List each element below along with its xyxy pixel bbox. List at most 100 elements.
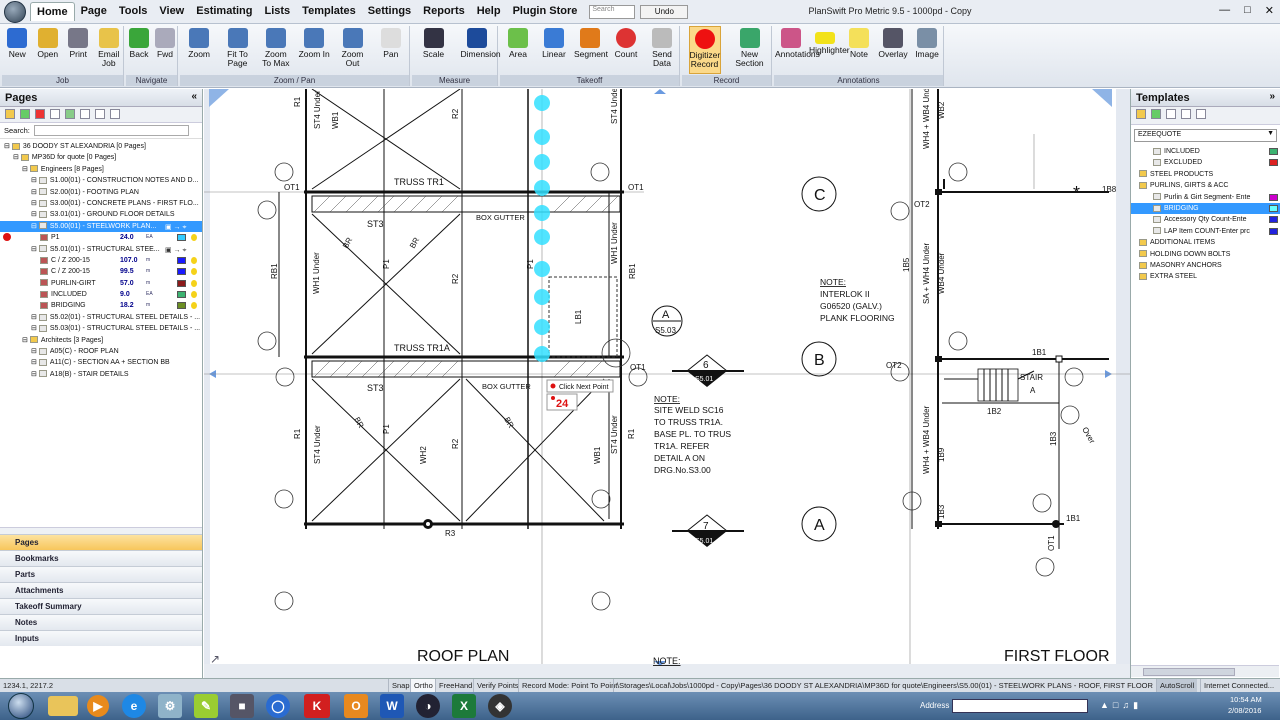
explorer-icon[interactable] <box>48 696 78 716</box>
app-menu-button[interactable] <box>4 0 26 23</box>
template-item[interactable]: EXCLUDED <box>1131 157 1280 168</box>
menu-tab-help[interactable]: Help <box>471 2 507 21</box>
minimize-icon[interactable]: — <box>1219 4 1230 17</box>
expand-toggle-icon[interactable]: ⊟ <box>31 246 39 253</box>
tree-item[interactable]: ⊟ Engineers [8 Pages] <box>0 164 202 175</box>
media-player-icon[interactable]: ▶ <box>87 695 109 717</box>
tree-item[interactable]: ⊟ A05(C) - ROOF PLAN <box>0 346 202 357</box>
menu-tab-reports[interactable]: Reports <box>417 2 471 21</box>
zoom-in-button[interactable]: Zoom In <box>298 26 330 59</box>
expand-toggle-icon[interactable]: ⊟ <box>31 189 39 196</box>
expand-toggle-icon[interactable]: ⊟ <box>31 314 39 321</box>
close-icon[interactable]: ✕ <box>1265 4 1274 17</box>
fit-to-page-button[interactable]: Fit To Page <box>222 26 254 68</box>
zoom-button[interactable]: Zoom <box>183 26 215 59</box>
maximize-icon[interactable]: □ <box>1244 4 1251 17</box>
tree-item[interactable]: ⊟ 36 DOODY ST ALEXANDRIA [0 Pages] <box>0 141 202 152</box>
tree-item[interactable]: ⊟ S3.00(01) - CONCRETE PLANS - FIRST FLO… <box>0 198 202 209</box>
tree-item[interactable]: ⊟ A11(C) - SECTION AA + SECTION BB <box>0 357 202 368</box>
tree-item[interactable]: ⊟ S3.01(01) - GROUND FLOOR DETAILS <box>0 209 202 220</box>
template-item[interactable]: INCLUDED <box>1131 146 1280 157</box>
folder-icon[interactable] <box>1136 109 1146 119</box>
expand-toggle-icon[interactable]: ⊟ <box>31 325 39 332</box>
expand-toggle-icon[interactable]: ⊟ <box>31 177 39 184</box>
visibility-bulb-icon[interactable] <box>191 291 197 299</box>
pencil-icon[interactable]: ✎ <box>194 694 218 718</box>
panel-tab-attachments[interactable]: Attachments <box>0 582 202 598</box>
snap-toggle[interactable]: Snap <box>388 679 413 693</box>
tree-item[interactable]: ⊟ MP36D for quote [0 Pages] <box>0 152 202 163</box>
expand-toggle-icon[interactable]: ⊟ <box>13 154 21 161</box>
image-button[interactable]: Image <box>911 26 943 59</box>
takeoff-item[interactable]: C / Z 200-15 99.5 m <box>0 266 202 277</box>
panel-tab-notes[interactable]: Notes <box>0 614 202 630</box>
color-swatch[interactable] <box>177 302 186 310</box>
count-button[interactable]: Count <box>610 26 642 59</box>
panel-tab-pages[interactable]: Pages <box>0 534 202 550</box>
word-icon[interactable]: W <box>380 694 404 718</box>
expand-toggle-icon[interactable]: ⊟ <box>31 348 39 355</box>
menu-tab-plugin-store[interactable]: Plugin Store <box>507 2 584 21</box>
tool-icon[interactable]: ⚙ <box>158 694 182 718</box>
template-item[interactable]: EXTRA STEEL <box>1131 271 1280 282</box>
segment-button[interactable]: Segment <box>574 26 608 59</box>
menu-tab-lists[interactable]: Lists <box>258 2 296 21</box>
color-swatch[interactable] <box>1269 227 1278 235</box>
color-swatch[interactable] <box>1269 148 1278 155</box>
sort-icon[interactable] <box>80 109 90 119</box>
tree-item[interactable]: ⊟ Architects [3 Pages] <box>0 335 202 346</box>
menu-tab-view[interactable]: View <box>153 2 190 21</box>
dimension-button[interactable]: Dimension <box>461 26 501 59</box>
color-swatch[interactable] <box>177 234 186 242</box>
menu-tab-estimating[interactable]: Estimating <box>190 2 258 21</box>
print-button[interactable]: Print <box>62 26 94 59</box>
template-item[interactable]: STEEL PRODUCTS <box>1131 169 1280 180</box>
delete-icon[interactable] <box>35 109 45 119</box>
color-swatch[interactable] <box>177 256 186 264</box>
outlook-icon[interactable]: O <box>344 694 368 718</box>
new-section-button[interactable]: New Section <box>734 26 766 68</box>
edit-icon[interactable] <box>50 109 60 119</box>
pan-button[interactable]: Pan <box>375 26 407 59</box>
ortho-toggle[interactable]: Ortho <box>410 679 436 693</box>
takeoff-item[interactable]: INCLUDED 9.0 EA <box>0 289 202 300</box>
takeoff-item[interactable]: BRIDGING 18.2 m <box>0 300 202 311</box>
panel-tab-bookmarks[interactable]: Bookmarks <box>0 550 202 566</box>
template-dropdown[interactable]: EZEEQUOTE ▼ <box>1134 129 1277 142</box>
template-item[interactable]: BRIDGING <box>1131 202 1280 215</box>
zoom-to-max-button[interactable]: Zoom To Max <box>260 26 292 68</box>
collapse-all-icon[interactable] <box>110 109 120 119</box>
expand-toggle-icon[interactable]: ⊟ <box>22 166 30 173</box>
collapse-icon[interactable]: « <box>191 91 197 102</box>
menu-tab-settings[interactable]: Settings <box>362 2 417 21</box>
templates-hscroll[interactable] <box>1131 665 1279 677</box>
zoom-out-button[interactable]: Zoom Out <box>337 26 369 68</box>
refresh-icon[interactable] <box>65 109 75 119</box>
folder-icon[interactable] <box>5 109 15 119</box>
tree-item[interactable]: ⊟ S2.00(01) - FOOTING PLAN <box>0 187 202 198</box>
ie-icon[interactable]: e <box>122 694 146 718</box>
expand-toggle-icon[interactable]: ⊟ <box>31 223 39 230</box>
drawing-canvas[interactable]: TRUSS TR1 TRUSS TR1A BOX GUTTER BOX GUTT… <box>204 89 1130 678</box>
visibility-bulb-icon[interactable] <box>191 302 197 310</box>
freehand-toggle[interactable]: FreeHand <box>435 679 475 693</box>
expand-toggle-icon[interactable]: ⊟ <box>31 200 39 207</box>
template-item[interactable]: Purlin & Girt Segment- Ente <box>1131 192 1280 203</box>
color-swatch[interactable] <box>1269 193 1278 201</box>
color-swatch[interactable] <box>177 268 186 276</box>
collapse-icon[interactable]: » <box>1269 91 1275 102</box>
color-swatch[interactable] <box>177 279 186 287</box>
expand-icon[interactable] <box>95 109 105 119</box>
excel-icon[interactable]: X <box>452 694 476 718</box>
k-app-icon[interactable]: K <box>304 694 330 718</box>
search-input[interactable]: Search <box>589 4 636 19</box>
expand-toggle-icon[interactable]: ⊟ <box>22 337 30 344</box>
tree-item[interactable]: ⊟ S5.02(01) - STRUCTURAL STEEL DETAILS -… <box>0 312 202 323</box>
takeoff-item[interactable]: PURLIN-GIRT 57.0 m <box>0 278 202 289</box>
tree-item[interactable]: ⊟ S1.00(01) - CONSTRUCTION NOTES AND D..… <box>0 175 202 186</box>
expand-toggle-icon[interactable]: ⊟ <box>4 143 12 150</box>
template-item[interactable]: HOLDING DOWN BOLTS <box>1131 249 1280 260</box>
open-button[interactable]: Open <box>32 26 64 59</box>
visibility-bulb-icon[interactable] <box>191 268 197 276</box>
collapse-all-icon[interactable] <box>1196 109 1206 119</box>
